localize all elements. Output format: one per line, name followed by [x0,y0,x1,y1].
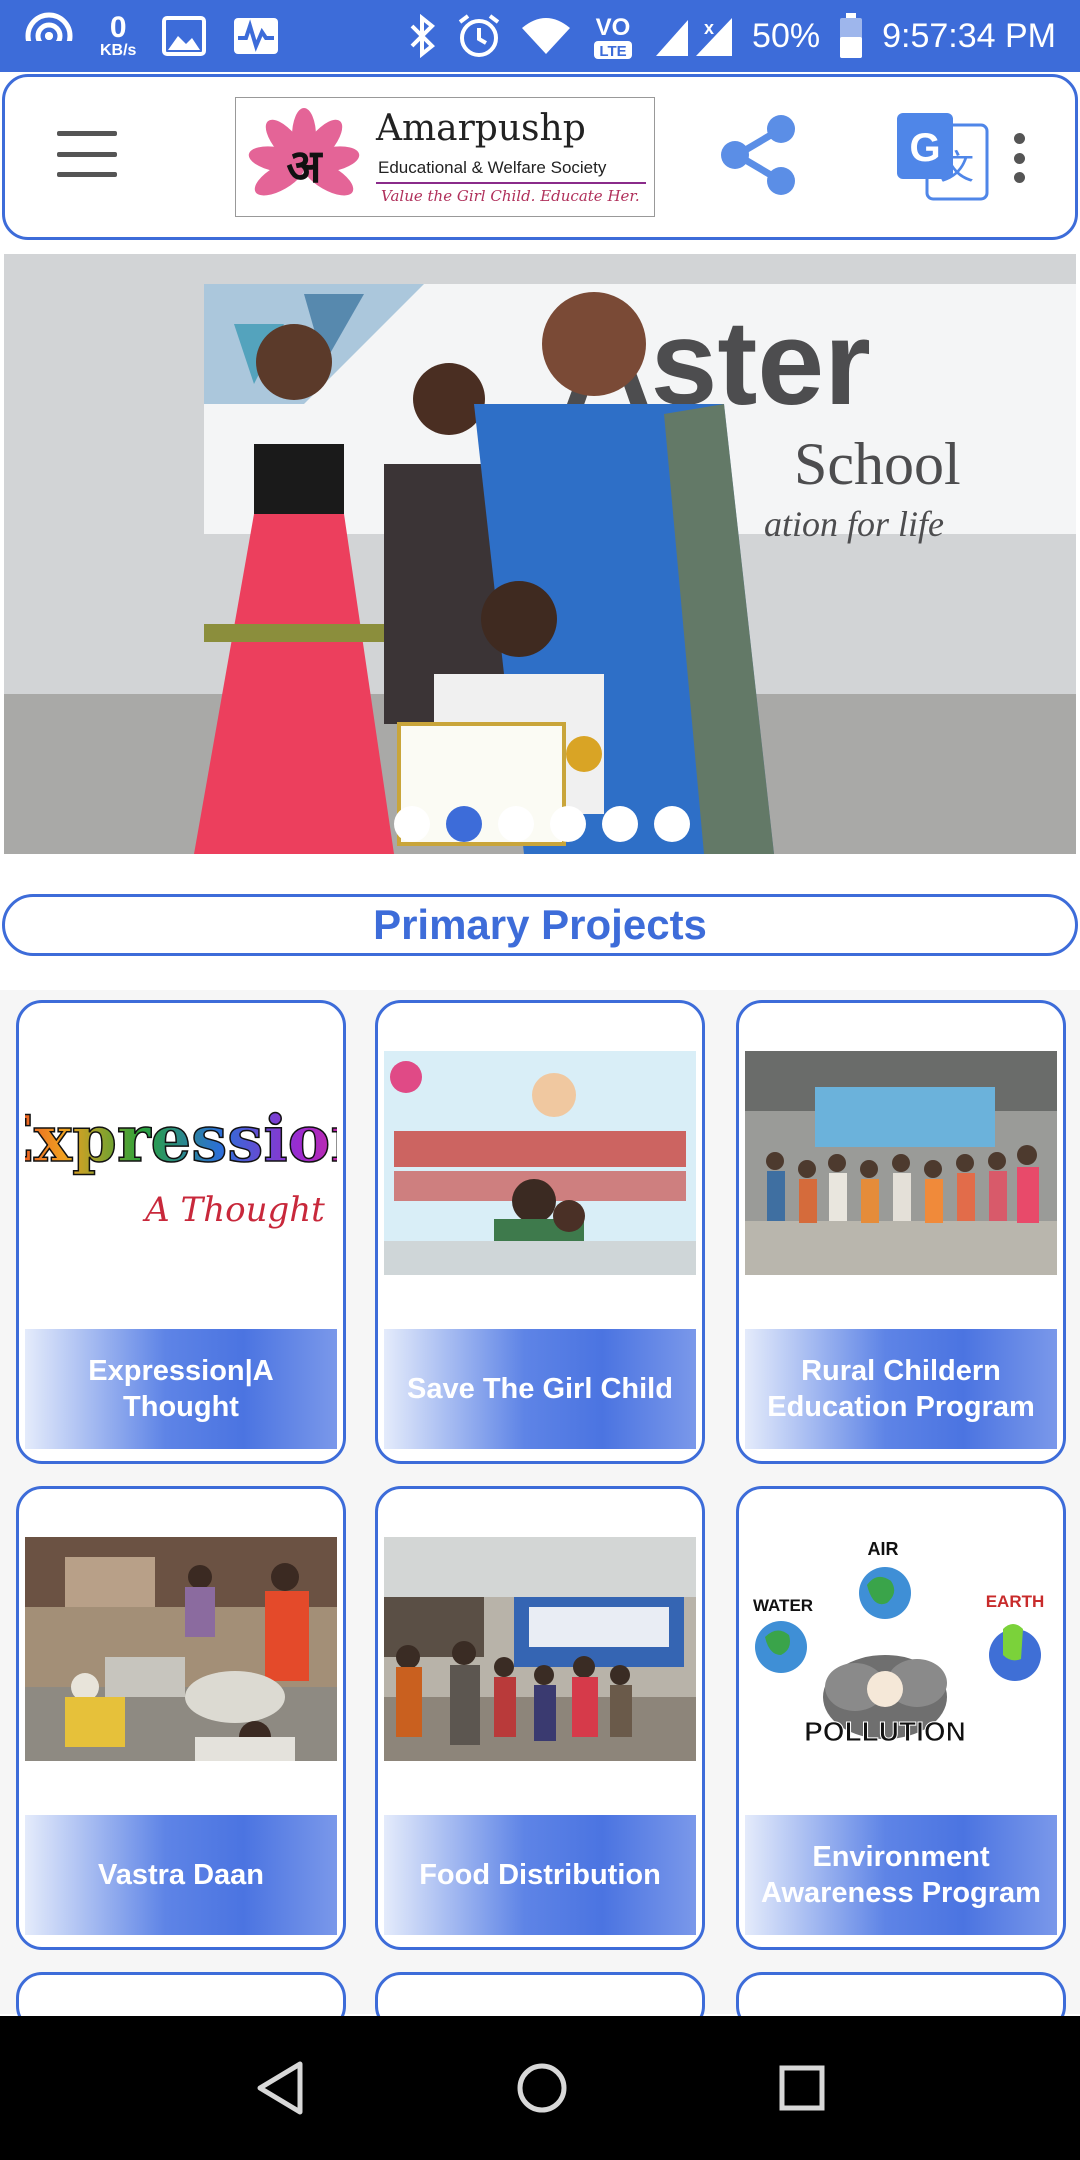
pollution-art-water: WATER [753,1596,813,1615]
project-image-vastra-daan [25,1537,337,1761]
project-card[interactable]: Food Distribution [375,1486,705,1950]
carousel-dot[interactable] [602,806,638,842]
signal-icon: x [654,14,734,58]
translate-icon[interactable]: 文 G [897,113,989,201]
battery-icon [838,13,864,59]
project-image-environment: AIR WATER EARTH POLLUTION [745,1537,1057,1761]
project-image-expression: Expression A Thought [25,1051,337,1275]
status-bar: 0 KB/s VO LTE x 50% 9:57:34 PM [0,0,1080,72]
image-icon [162,16,207,56]
project-label: Environment Awareness Program [745,1815,1057,1935]
project-image-food-distribution [384,1537,696,1761]
project-label: Save The Girl Child [384,1329,696,1449]
svg-text:School: School [794,431,961,497]
volte-icon: VO LTE [590,11,636,61]
recents-icon[interactable] [778,2064,826,2112]
wifi-icon [520,16,572,56]
section-title: Primary Projects [2,894,1078,956]
logo-title: Amarpushp [376,108,586,149]
pollution-art-earth: EARTH [986,1592,1045,1611]
svg-text:x: x [704,18,714,38]
projects-grid: Expression A Thought Expression|A Though… [0,990,1080,2032]
carousel-dot[interactable] [550,806,586,842]
project-label: Vastra Daan [25,1815,337,1935]
back-icon[interactable] [254,2060,306,2116]
carousel-indicators [4,806,1076,842]
project-label: Food Distribution [384,1815,696,1935]
volte-label: LTE [599,43,626,60]
battery-percent: 50% [752,16,821,55]
carousel-slide-image: Aster School ation for life [4,254,1076,854]
project-card[interactable]: Rural Childern Education Program [736,1000,1066,1464]
network-speed-value: 0 [109,11,127,44]
share-icon[interactable] [717,113,801,197]
activity-icon [232,16,280,56]
project-card[interactable]: Save The Girl Child [375,1000,705,1464]
pollution-art-word: POLLUTION [804,1716,966,1747]
lotus-logo-icon: अ [248,108,360,196]
logo-glyph: अ [286,139,323,193]
app-bar: अ Amarpushp Educational & Welfare Societ… [2,74,1078,240]
expression-art-sub: A Thought [142,1190,325,1230]
carousel-dot[interactable] [498,806,534,842]
clock: 9:57:34 PM [882,16,1056,55]
system-nav-bar [0,2016,1080,2160]
logo-tagline: Value the Girl Child. Educate Her. [381,187,640,205]
project-image-save-girl-child [384,1051,696,1275]
app-logo: अ Amarpushp Educational & Welfare Societ… [235,97,655,217]
project-card[interactable]: Vastra Daan [16,1486,346,1950]
home-icon[interactable] [514,2060,570,2116]
project-card[interactable]: AIR WATER EARTH POLLUTION Environment Aw… [736,1486,1066,1950]
svg-text:VO: VO [596,14,631,41]
more-options-icon[interactable] [1009,133,1029,183]
carousel-dot[interactable] [394,806,430,842]
hotspot-icon [24,11,74,61]
svg-text:G: G [909,126,940,170]
pollution-art-air: AIR [868,1539,899,1559]
bluetooth-icon [408,14,438,58]
carousel-dot[interactable] [446,806,482,842]
image-carousel[interactable]: Aster School ation for life [4,254,1076,854]
network-speed-unit: KB/s [100,42,137,59]
svg-text:ation for life: ation for life [764,504,944,544]
menu-icon[interactable] [57,131,117,177]
project-card[interactable]: Expression A Thought Expression|A Though… [16,1000,346,1464]
carousel-dot[interactable] [654,806,690,842]
alarm-icon [456,13,502,59]
logo-subtitle: Educational & Welfare Society [378,158,607,177]
network-speed: 0 KB/s [100,13,136,59]
project-label: Expression|A Thought [25,1329,337,1449]
project-image-rural-children [745,1051,1057,1275]
expression-art-word: Expression [25,1102,337,1177]
project-label: Rural Childern Education Program [745,1329,1057,1449]
logo-divider [376,182,646,184]
